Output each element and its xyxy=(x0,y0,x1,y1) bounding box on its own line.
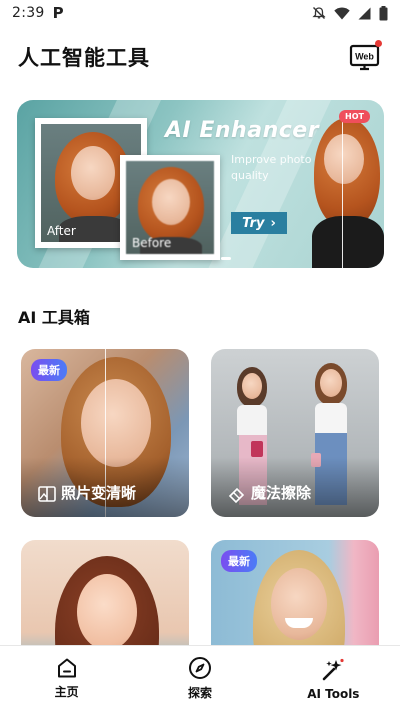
compass-icon xyxy=(188,657,211,679)
mute-icon xyxy=(312,7,326,19)
tool-label: 魔法擦除 xyxy=(251,484,312,502)
before-photo-image: Before xyxy=(126,161,214,254)
new-badge: 最新 xyxy=(31,359,67,381)
status-icons xyxy=(312,5,388,21)
split-image-icon xyxy=(38,486,56,502)
before-label: Before xyxy=(132,236,172,250)
web-button-label: Web xyxy=(355,52,374,62)
header: 人工智能工具 Web xyxy=(18,40,382,74)
banner-title: AI Enhancer xyxy=(165,118,320,143)
home-icon xyxy=(57,658,76,678)
hot-badge: HOT xyxy=(339,110,370,123)
web-button[interactable]: Web xyxy=(348,40,382,74)
status-time: 2:39 xyxy=(12,5,45,21)
magic-wand-icon xyxy=(323,658,344,680)
after-label: After xyxy=(47,224,76,238)
banner-model-image xyxy=(312,118,384,268)
notification-dot xyxy=(375,40,382,47)
app-notification-icon: P xyxy=(52,4,64,22)
section-title: AI 工具箱 xyxy=(18,308,90,327)
carousel-indicator xyxy=(179,257,231,260)
before-photo: Before xyxy=(120,155,220,260)
nav-ai-tools[interactable]: AI Tools xyxy=(267,646,400,711)
eraser-icon xyxy=(228,487,245,504)
tool-card-photo-enhance[interactable]: 最新 照片变清晰 xyxy=(21,349,189,517)
nav-explore-label: 探索 xyxy=(187,686,212,700)
nav-explore[interactable]: 探索 xyxy=(133,646,266,711)
try-label: Try xyxy=(242,215,265,231)
battery-icon xyxy=(379,5,388,20)
carousel-dot xyxy=(179,257,189,260)
signal-icon xyxy=(358,7,371,19)
status-bar: 2:39 P xyxy=(0,0,400,26)
wifi-icon xyxy=(334,6,350,19)
carousel-dot xyxy=(207,257,217,260)
new-badge: 最新 xyxy=(221,550,257,572)
chevron-right-icon: › xyxy=(270,215,276,231)
carousel-dot-active xyxy=(221,257,231,260)
screen: 2:39 P 人工智能工具 Web After Before AI Enhanc… xyxy=(0,0,400,711)
nav-ai-tools-label: AI Tools xyxy=(307,686,360,701)
tool-label: 照片变清晰 xyxy=(61,484,137,502)
banner-subtitle: Improve photo quality xyxy=(231,153,312,182)
try-button[interactable]: Try › xyxy=(231,212,287,234)
nav-home-label: 主页 xyxy=(54,685,79,699)
page-title: 人工智能工具 xyxy=(18,46,150,70)
nav-home[interactable]: 主页 xyxy=(0,646,133,711)
bottom-nav: 主页 探索 AI Tools xyxy=(0,645,400,711)
carousel-dot xyxy=(193,257,203,260)
tool-card-magic-erase[interactable]: 魔法擦除 xyxy=(211,349,379,517)
ai-enhancer-banner[interactable]: After Before AI Enhancer Improve photo q… xyxy=(17,100,384,268)
